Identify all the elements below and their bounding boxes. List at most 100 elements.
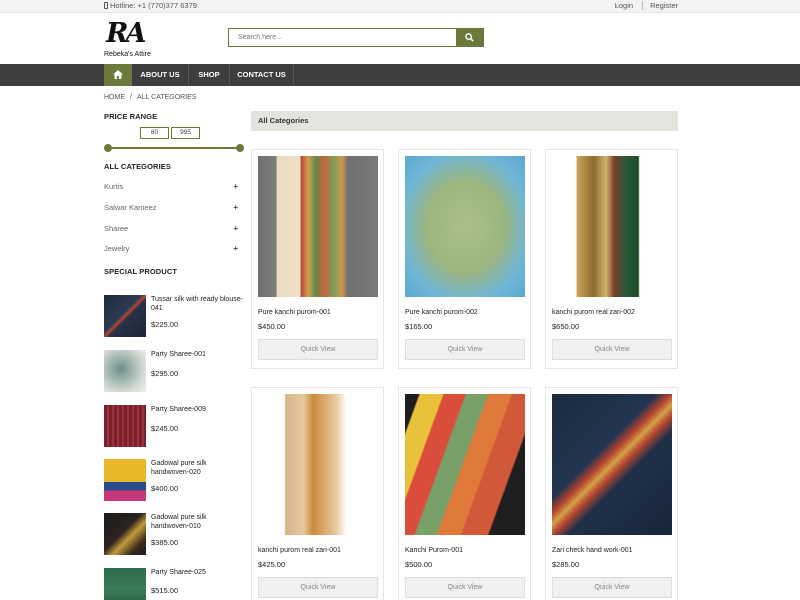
product-thumbnail[interactable]	[104, 568, 146, 600]
product-price: $515.00	[151, 586, 179, 595]
product-price: $225.00	[151, 320, 179, 329]
breadcrumb: HOME / ALL CATEGORIES	[104, 94, 197, 101]
product-name[interactable]: Party Sharee-009	[151, 405, 243, 414]
search-input[interactable]	[228, 28, 457, 47]
product-price: $450.00	[258, 322, 286, 331]
login-link[interactable]: Login	[615, 1, 633, 10]
search-bar	[228, 28, 484, 47]
nav-shop[interactable]: SHOP	[189, 64, 230, 86]
product-card: Pure kanchi purom-002 $165.00 Quick View	[398, 149, 531, 369]
price-range-title: PRICE RANGE	[104, 112, 158, 121]
price-slider-track[interactable]	[108, 147, 240, 149]
quick-view-button[interactable]: Quick View	[258, 339, 378, 360]
price-min-input[interactable]: 80	[140, 127, 169, 139]
product-card: Zari check hand work-001 $285.00 Quick V…	[545, 387, 678, 600]
product-thumbnail[interactable]	[104, 350, 146, 392]
logo-name: Rebeka's Attire	[104, 51, 151, 58]
nav-contact-us[interactable]: CONTACT US	[230, 64, 294, 86]
category-label: Kurtis	[104, 182, 124, 191]
search-icon	[465, 33, 474, 42]
category-label: Jewelry	[104, 244, 130, 253]
phone-icon	[104, 2, 108, 9]
product-price: $385.00	[151, 538, 179, 547]
product-thumbnail[interactable]	[104, 459, 146, 501]
logo-mark: RA	[106, 18, 146, 49]
product-price: $425.00	[258, 560, 286, 569]
special-product-item: Gadowal pure silk handwoven-020 $400.00	[104, 459, 244, 503]
product-price: $245.00	[151, 424, 179, 433]
product-name[interactable]: Tussar silk with ready blouse-041	[151, 295, 243, 313]
product-name[interactable]: Gadowal pure silk handwoven-010	[151, 513, 243, 531]
product-price: $285.00	[552, 560, 580, 569]
product-name[interactable]: Party Sharee-001	[151, 350, 243, 359]
category-salwar-kameez[interactable]: Salwar Kameez +	[104, 203, 238, 215]
product-card: Kanchi Purom-001 $500.00 Quick View	[398, 387, 531, 600]
special-product-item: Party Sharee-001 $295.00	[104, 350, 244, 394]
plus-icon[interactable]: +	[233, 182, 238, 191]
product-price: $650.00	[552, 322, 580, 331]
quick-view-button[interactable]: Quick View	[405, 339, 525, 360]
special-product-item: Party Sharee-025 $515.00	[104, 568, 244, 600]
category-sharee[interactable]: Sharee +	[104, 224, 238, 236]
hotline: Hotline: +1 (770)377 6379	[104, 1, 197, 10]
quick-view-button[interactable]: Quick View	[552, 577, 672, 598]
price-max-input[interactable]: 995	[171, 127, 200, 139]
category-header: All Categories	[251, 111, 678, 131]
product-image[interactable]	[405, 394, 525, 535]
product-image[interactable]	[552, 156, 672, 297]
special-product-title: SPECIAL PRODUCT	[104, 267, 178, 276]
product-image[interactable]	[258, 156, 378, 297]
product-name[interactable]: Pure kanchi purom-001	[258, 309, 331, 316]
search-button[interactable]	[456, 28, 484, 47]
product-thumbnail[interactable]	[104, 295, 146, 337]
register-link[interactable]: Register	[650, 1, 678, 10]
product-name[interactable]: kanchi purom real zari-002	[552, 309, 635, 316]
category-kurtis[interactable]: Kurtis +	[104, 182, 238, 194]
product-name[interactable]: Kanchi Purom-001	[405, 547, 463, 554]
special-product-item: Tussar silk with ready blouse-041 $225.0…	[104, 295, 244, 339]
product-price: $500.00	[405, 560, 433, 569]
main-nav: ABOUT US SHOP CONTACT US	[0, 64, 800, 86]
breadcrumb-separator: /	[130, 94, 132, 101]
top-bar: Hotline: +1 (770)377 6379 Login Register	[0, 0, 800, 13]
plus-icon[interactable]: +	[233, 224, 238, 233]
category-jewelry[interactable]: Jewelry +	[104, 244, 238, 256]
all-categories-title: ALL CATEGORIES	[104, 162, 171, 171]
product-thumbnail[interactable]	[104, 405, 146, 447]
price-slider-max-handle[interactable]	[236, 144, 244, 152]
special-product-item: Party Sharee-009 $245.00	[104, 405, 244, 449]
breadcrumb-current: ALL CATEGORIES	[137, 94, 197, 101]
product-name[interactable]: Gadowal pure silk handwoven-020	[151, 459, 243, 477]
quick-view-button[interactable]: Quick View	[405, 577, 525, 598]
category-label: Sharee	[104, 224, 129, 233]
nav-home[interactable]	[104, 64, 132, 86]
product-card: Pure kanchi purom-001 $450.00 Quick View	[251, 149, 384, 369]
product-thumbnail[interactable]	[104, 513, 146, 555]
product-price: $165.00	[405, 322, 433, 331]
quick-view-button[interactable]: Quick View	[552, 339, 672, 360]
logo[interactable]: RA Rebeka's Attire	[104, 19, 164, 59]
product-name[interactable]: Zari check hand work-001	[552, 547, 633, 554]
price-slider-min-handle[interactable]	[104, 144, 112, 152]
product-image[interactable]	[405, 156, 525, 297]
product-card: kanchi purom real zari-002 $650.00 Quick…	[545, 149, 678, 369]
special-product-item: Gadowal pure silk handwoven-010 $385.00	[104, 513, 244, 557]
quick-view-button[interactable]: Quick View	[258, 577, 378, 598]
nav-about-us[interactable]: ABOUT US	[132, 64, 189, 86]
plus-icon[interactable]: +	[233, 203, 238, 212]
product-image[interactable]	[258, 394, 378, 535]
breadcrumb-home[interactable]: HOME	[104, 94, 125, 101]
product-image[interactable]	[552, 394, 672, 535]
product-card: kanchi purom real zari-001 $425.00 Quick…	[251, 387, 384, 600]
hotline-text: Hotline: +1 (770)377 6379	[110, 1, 197, 10]
category-label: Salwar Kameez	[104, 203, 157, 212]
plus-icon[interactable]: +	[233, 244, 238, 253]
account-links: Login Register	[615, 1, 678, 10]
category-header-title: All Categories	[258, 116, 309, 125]
product-name[interactable]: Party Sharee-025	[151, 568, 243, 577]
product-name[interactable]: Pure kanchi purom-002	[405, 309, 478, 316]
home-icon	[113, 70, 123, 79]
product-price: $400.00	[151, 484, 179, 493]
product-name[interactable]: kanchi purom real zari-001	[258, 547, 341, 554]
product-price: $295.00	[151, 369, 179, 378]
